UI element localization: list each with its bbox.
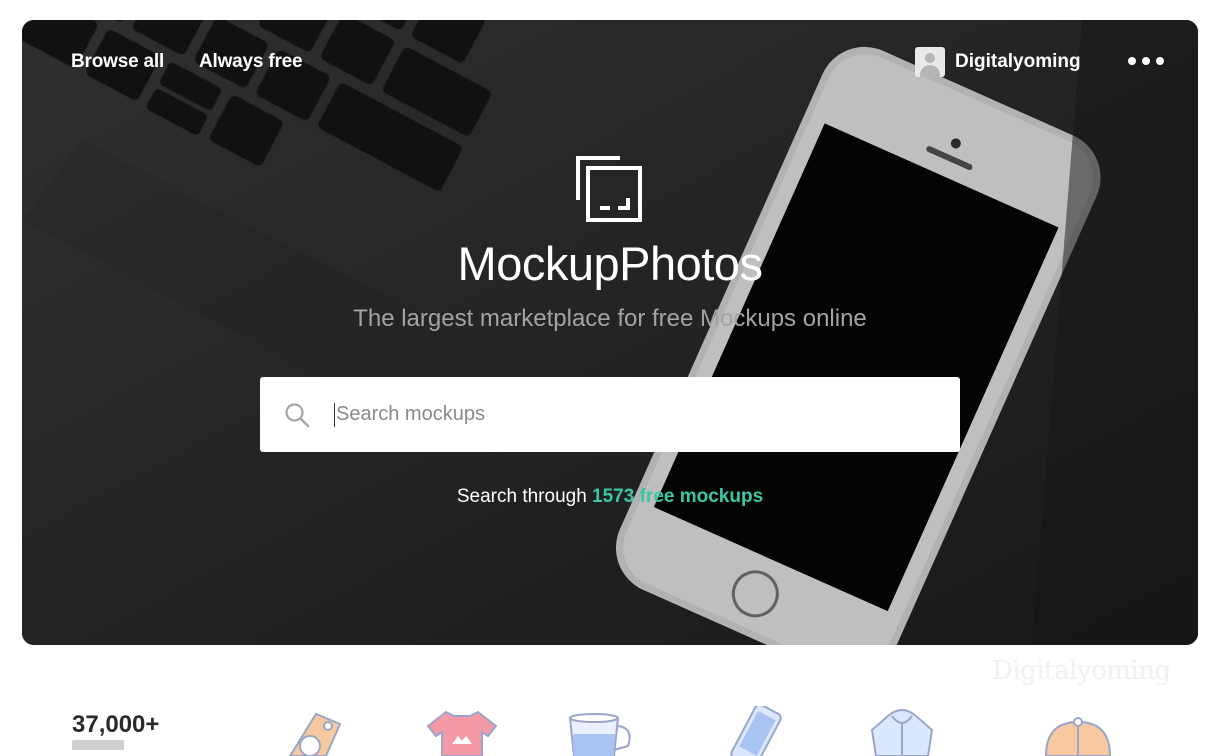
tshirt-icon[interactable] <box>422 706 502 756</box>
text-caret <box>334 403 335 427</box>
nav-browse-all-link[interactable]: Browse all <box>71 51 164 73</box>
mockup-photos-logo-icon <box>576 156 642 222</box>
price-tag-icon[interactable] <box>268 706 348 756</box>
mockup-count-line: Search through 1573 free mockups <box>22 486 1198 508</box>
watermark: Digitalyoming <box>992 656 1171 686</box>
stats-caption <box>72 740 132 750</box>
hero-banner: Browse all Always free Digitalyoming Moc… <box>22 20 1198 645</box>
hoodie-icon[interactable] <box>862 706 942 756</box>
user-name: Digitalyoming <box>955 51 1081 72</box>
count-prefix: Search through <box>456 486 593 507</box>
search-input[interactable] <box>334 402 938 427</box>
brand-tagline: The largest marketplace for free Mockups… <box>353 305 867 332</box>
brand-title: MockupPhotos <box>457 237 763 290</box>
cap-icon[interactable] <box>1038 706 1118 756</box>
mug-icon[interactable] <box>562 706 642 756</box>
search-icon <box>285 402 310 427</box>
nav-always-free-link[interactable]: Always free <box>199 51 303 73</box>
phone-icon[interactable] <box>716 706 796 756</box>
stats-number: 37,000+ <box>72 711 160 738</box>
more-horizontal-icon[interactable] <box>1124 53 1168 69</box>
avatar <box>915 47 945 77</box>
user-menu[interactable]: Digitalyoming <box>915 47 1081 77</box>
search-box[interactable] <box>260 377 960 452</box>
free-mockups-link[interactable]: 1573 free mockups <box>592 486 763 507</box>
